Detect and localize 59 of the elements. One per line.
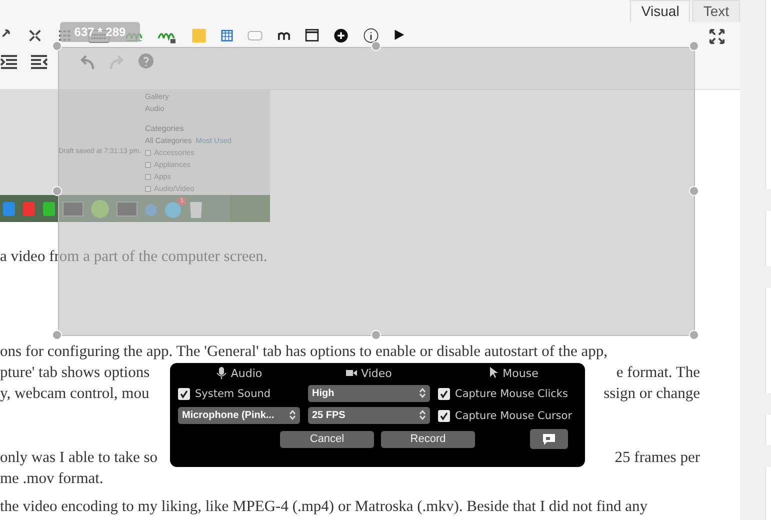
checkmark-icon xyxy=(439,410,449,420)
sidebar-panel xyxy=(765,211,771,266)
resize-handle[interactable] xyxy=(52,330,62,340)
section-label: Mouse xyxy=(502,366,538,380)
terminal-icon[interactable] xyxy=(116,200,138,218)
editor-tab[interactable]: Visual xyxy=(630,0,690,22)
app-icon[interactable] xyxy=(42,200,56,218)
paragraph-text: e format. The xyxy=(616,363,700,383)
terminal-icon[interactable] xyxy=(62,200,84,218)
checkbox[interactable] xyxy=(145,150,151,156)
updown-chevron-icon xyxy=(419,388,426,398)
checkbox[interactable]: Capture Mouse Clicks xyxy=(438,388,588,400)
paragraph-text: ssign or change xyxy=(604,384,700,404)
checkmark-icon xyxy=(179,388,189,398)
info-icon[interactable] xyxy=(362,28,380,44)
dropdown[interactable]: High xyxy=(308,385,430,402)
checkbox[interactable] xyxy=(145,186,151,192)
app-icon[interactable] xyxy=(22,200,36,218)
camera-toggle-button[interactable] xyxy=(530,429,568,449)
checkmark-icon xyxy=(439,388,449,398)
paragraph-text: only was I able to take so xyxy=(0,448,158,468)
checkbox[interactable] xyxy=(145,174,151,180)
dropdown[interactable]: Microphone (Pink... xyxy=(178,407,300,424)
paragraph-text: me .mov format. xyxy=(0,469,104,489)
section-label: Video xyxy=(361,366,392,380)
fullscreen-icon[interactable] xyxy=(708,28,726,44)
sidebar-panel xyxy=(765,467,771,520)
sidebar-panel xyxy=(765,415,771,446)
checkbox[interactable]: Capture Mouse Cursor xyxy=(438,410,588,422)
checkbox[interactable]: System Sound xyxy=(178,388,300,400)
plus-circle-icon[interactable] xyxy=(332,28,350,44)
microphone-icon xyxy=(216,367,227,379)
updown-chevron-icon xyxy=(289,410,296,420)
sticky-note-icon[interactable] xyxy=(190,28,208,44)
paragraph-text: a video from a part of the computer screen. xyxy=(0,247,268,267)
video-camera-icon xyxy=(346,367,358,379)
paragraph-text: y, webcam control, mou xyxy=(0,384,150,404)
app-icon[interactable] xyxy=(2,200,16,218)
section-label: Audio xyxy=(230,366,262,380)
size-tooltip: 637 * 289 xyxy=(60,22,140,42)
resize-handle[interactable] xyxy=(370,330,380,340)
paragraph-text: 25 frames per xyxy=(614,448,700,468)
wallpaper-image xyxy=(230,195,270,222)
dropdown[interactable]: 25 FPS xyxy=(308,407,430,424)
cursor-icon xyxy=(488,367,499,379)
speech-bubble-icon xyxy=(542,433,556,445)
calendar-icon[interactable] xyxy=(220,28,234,44)
window-icon[interactable] xyxy=(304,28,320,44)
updown-chevron-icon xyxy=(419,410,426,420)
paragraph-text: pture' tab shows options xyxy=(0,363,150,383)
categories-title: Categories xyxy=(145,124,185,133)
checkbox[interactable] xyxy=(145,162,151,168)
dialog-button[interactable]: Record xyxy=(381,430,475,448)
editor-tab[interactable]: Text xyxy=(692,0,740,22)
paragraph-text: ons for configuring the app. The 'General' tab has options to enable or disable autostart of the app, xyxy=(0,342,608,362)
dialog-button[interactable]: Cancel xyxy=(280,430,374,448)
paragraph-text: the video encoding to my liking, like MPEG-4 (.mp4) or Matroska (.mkv). Beside that I did not find any xyxy=(0,497,648,517)
resize-handle[interactable] xyxy=(689,186,699,196)
resize-handle[interactable] xyxy=(689,330,699,340)
